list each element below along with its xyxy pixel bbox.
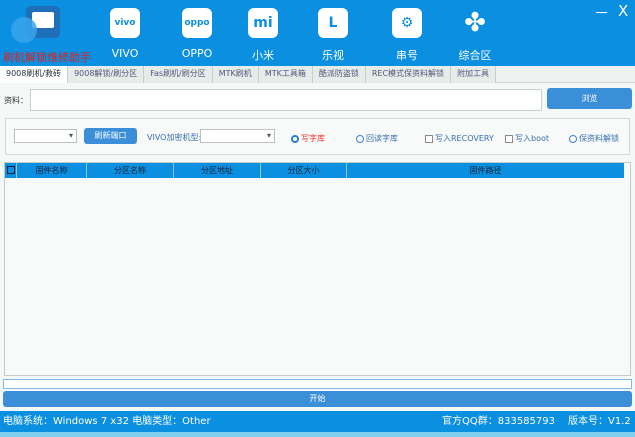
app-name: 刷机解锁维修助手: [3, 51, 91, 64]
col-firmware-path[interactable]: 固件路径: [347, 163, 624, 178]
header: 刷机解锁维修助手 vivo VIVO oppo OPPO mi 小米 L 乐视 ⚙ 串号 …: [0, 0, 635, 66]
taskbar-strip: [0, 432, 635, 437]
tab-9008-unlock[interactable]: 9008解锁/刷分区: [68, 66, 145, 83]
vivo-icon: vivo: [110, 8, 140, 38]
tab-9008-flash[interactable]: 9008刷机/救砖: [0, 66, 69, 83]
nav-vivo[interactable]: vivo VIVO: [95, 8, 155, 60]
vivo-model-select[interactable]: ▾: [200, 129, 275, 143]
col-firmware-name[interactable]: 固件名称: [17, 163, 87, 178]
clover-icon: ✤: [464, 8, 486, 38]
start-button[interactable]: 开始: [3, 391, 632, 407]
vivo-model-label: VIVO加密机型:: [147, 133, 202, 142]
nav-letv[interactable]: L 乐视: [303, 8, 363, 63]
col-partition-size[interactable]: 分区大小: [261, 163, 347, 178]
xiaomi-icon: mi: [248, 8, 278, 38]
radio: [356, 134, 364, 143]
nav-imei[interactable]: ⚙ 串号: [377, 8, 437, 63]
radio-read-font[interactable]: 回读字库: [356, 133, 398, 144]
tab-bar: 9008刷机/救砖 9008解锁/刷分区 Fas刷机/刷分区 MTK刷机 MTK…: [0, 66, 635, 83]
oppo-icon: oppo: [182, 8, 212, 38]
tab-rec-unlock[interactable]: REC模式保资料解锁: [365, 66, 452, 83]
col-partition-address[interactable]: 分区地址: [174, 163, 261, 178]
tab-mtk-flash[interactable]: MTK刷机: [212, 66, 259, 83]
nav-oppo[interactable]: oppo OPPO: [167, 8, 227, 60]
radio-write-font[interactable]: 写字库: [291, 133, 325, 144]
letv-icon: L: [318, 8, 348, 38]
refresh-port-button[interactable]: 刷新端口: [84, 128, 137, 144]
progress-bar: [3, 379, 632, 389]
close-button[interactable]: X: [618, 2, 628, 20]
check-recovery[interactable]: 写入RECOVERY: [425, 133, 494, 144]
table-header: 固件名称 分区名称 分区地址 分区大小 固件路径: [5, 163, 624, 178]
radio: [569, 134, 577, 143]
radio-selected: [291, 134, 299, 143]
nav-xiaomi[interactable]: mi 小米: [233, 8, 293, 63]
select-all-checkbox[interactable]: [5, 163, 17, 178]
checkbox: [425, 134, 433, 143]
tab-coolpad[interactable]: 酷派防盗锁: [312, 66, 366, 83]
radio-keep-data[interactable]: 保资料解锁: [569, 133, 619, 144]
port-select[interactable]: ▾: [14, 129, 77, 143]
system-info: 电脑系统：Windows 7 x32 电脑类型：Other: [3, 416, 211, 427]
checkbox: [505, 134, 513, 143]
tab-fas-flash[interactable]: Fas刷机/刷分区: [144, 66, 213, 83]
file-label: 资料：: [4, 96, 28, 105]
browse-button[interactable]: 浏览: [547, 88, 632, 109]
tab-mtk-toolbox[interactable]: MTK工具箱: [258, 66, 313, 83]
tab-extra-tools[interactable]: 附加工具: [451, 66, 497, 83]
check-boot[interactable]: 写入boot: [505, 133, 549, 144]
status-bar: 电脑系统：Windows 7 x32 电脑类型：Other 官方QQ群：8335…: [0, 411, 635, 432]
col-partition-name[interactable]: 分区名称: [87, 163, 174, 178]
file-path-input[interactable]: [30, 89, 542, 111]
firmware-table: 固件名称 分区名称 分区地址 分区大小 固件路径: [4, 162, 631, 376]
qq-group: 官方QQ群：833585793: [442, 416, 556, 427]
version: 版本号：V1.2: [568, 416, 631, 427]
app-logo: [11, 6, 60, 43]
gear-icon: ⚙: [392, 8, 422, 38]
nav-general[interactable]: ✤ 综合区: [445, 8, 505, 63]
minimize-button[interactable]: －: [594, 2, 609, 23]
